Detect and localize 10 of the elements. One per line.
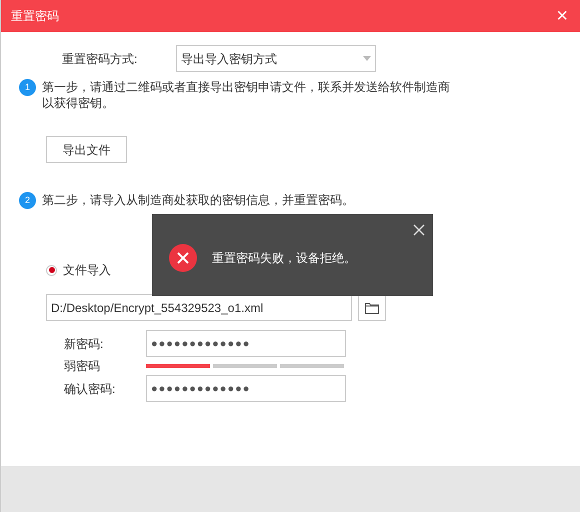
confirm-password-label: 确认密码: bbox=[64, 380, 116, 398]
step-number: 2 bbox=[19, 192, 36, 209]
method-label: 重置密码方式: bbox=[62, 50, 138, 68]
error-message: 重置密码失败，设备拒绝。 bbox=[212, 250, 356, 267]
window-title: 重置密码 bbox=[11, 8, 59, 25]
step-text: 第二步，请导入从制造商处获取的密钥信息，并重置密码。 bbox=[42, 192, 355, 209]
step-number: 1 bbox=[19, 79, 36, 96]
step-text: 第一步，请通过二维码或者直接导出密钥申请文件，联系并发送给软件制造商以获得密钥。 bbox=[42, 79, 451, 111]
strength-label: 弱密码 bbox=[64, 358, 101, 375]
new-password-label: 新密码: bbox=[64, 336, 104, 352]
